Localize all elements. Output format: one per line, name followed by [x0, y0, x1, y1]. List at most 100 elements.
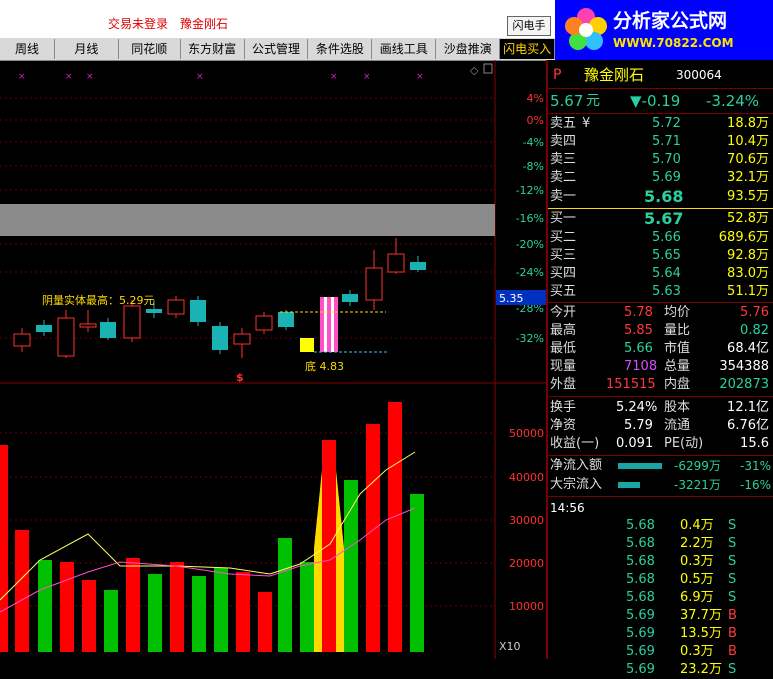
- tick-price: 5.68: [626, 572, 655, 587]
- signal-marker: $: [236, 371, 244, 384]
- tick-volume: 13.5万: [680, 626, 722, 641]
- tick-row: 5.69 13.5万 B: [548, 625, 773, 643]
- diamond-icon[interactable]: ◇: [470, 64, 479, 77]
- tick-row: 5.69 37.7万 B: [548, 607, 773, 625]
- tick-price: 5.68: [626, 590, 655, 605]
- svg-text:-12%: -12%: [516, 184, 544, 197]
- tick-row: 5.68 0.3万 S: [548, 553, 773, 571]
- menu-sandbox[interactable]: 沙盘推演: [436, 39, 501, 59]
- menu-monthly[interactable]: 月线: [55, 39, 119, 59]
- multiplier-label: X10: [499, 640, 521, 653]
- stat-row-volume: 现量 7108 总量 354388: [550, 359, 769, 374]
- svg-text:-4%: -4%: [523, 136, 544, 149]
- tick-volume: 37.7万: [680, 608, 722, 623]
- current-price-value: 5.35: [499, 292, 524, 305]
- tick-price: 5.68: [626, 554, 655, 569]
- tick-side: B: [728, 644, 737, 659]
- highlight-band: [0, 204, 495, 236]
- tick-row: 5.68 0.5万 S: [548, 571, 773, 589]
- menu-tonghuashun[interactable]: 同花顺: [119, 39, 181, 59]
- quote-panel: P 豫金刚石 300064 5.67 元 ▼-0.19 -3.24% 卖五 ¥5.…: [548, 60, 773, 677]
- block-inflow-bar: [618, 482, 640, 488]
- kline-chart[interactable]: × × × × × × × ◇ 阴量实体最高：5.29元 底 4.83 $ 4% 0%: [0, 60, 546, 659]
- tick-volume: 23.2万: [680, 662, 722, 677]
- buy5-row: 买五 5.63 51.1万: [550, 284, 769, 299]
- price-unit: 元: [586, 93, 600, 109]
- volume-bars: [0, 402, 424, 652]
- buy3-row: 买三 5.65 92.8万: [550, 248, 769, 263]
- sell4-row: 卖四 5.71 10.4万: [550, 134, 769, 149]
- price-axis: 4% 0%: [527, 92, 544, 127]
- tick-volume: 6.9万: [680, 590, 714, 605]
- login-status[interactable]: 交易未登录: [108, 15, 168, 32]
- tick-volume: 0.4万: [680, 518, 714, 533]
- top-markers: × × × × × × ×: [18, 72, 424, 82]
- price-row: 5.67 元 ▼-0.19 -3.24%: [548, 91, 773, 111]
- price-axis-neg: -4% -8% -12% -16% -20% -24% -28% -32%: [516, 136, 544, 345]
- flower-logo-icon: [565, 8, 607, 50]
- svg-text:×: ×: [363, 72, 371, 82]
- tick-row: 5.68 2.2万 S: [548, 535, 773, 553]
- quote-name: 豫金刚石: [584, 66, 645, 84]
- tick-side: S: [728, 590, 737, 605]
- tick-price: 5.69: [626, 626, 655, 641]
- bottom-label: 底 4.83: [305, 359, 344, 373]
- svg-text:-8%: -8%: [523, 160, 544, 173]
- svg-text:×: ×: [65, 72, 73, 82]
- fund-row-eps: 收益(一) 0.091 PE(动) 15.6: [550, 436, 769, 451]
- stat-row-outer: 外盘 151515 内盘 202873: [550, 377, 769, 392]
- svg-text:-16%: -16%: [516, 212, 544, 225]
- tick-price: 5.68: [626, 536, 655, 551]
- svg-text:-24%: -24%: [516, 266, 544, 279]
- stat-row-open: 今开 5.78 均价 5.76: [550, 305, 769, 320]
- svg-text:×: ×: [330, 72, 338, 82]
- ticks-header: 14:56: [550, 501, 585, 515]
- svg-text:50000: 50000: [509, 427, 544, 440]
- volume-axis: 50000 40000 30000 20000 10000: [509, 427, 544, 613]
- price-change: ▼-0.19: [630, 92, 681, 110]
- svg-text:×: ×: [18, 72, 26, 82]
- tick-price: 5.69: [626, 662, 655, 677]
- bottom-candle: [300, 338, 314, 352]
- menu-weekly[interactable]: 周线: [0, 39, 55, 59]
- menu-flash-buy[interactable]: 闪电买入: [500, 39, 556, 59]
- tick-volume: 2.2万: [680, 536, 714, 551]
- svg-text:20000: 20000: [509, 557, 544, 570]
- market-tag: P: [553, 67, 562, 83]
- svg-text:0%: 0%: [527, 114, 544, 127]
- logo-name: 分析家公式网: [613, 10, 728, 32]
- buy1-row: 买一 5.67 52.8万: [550, 209, 769, 228]
- svg-text:30000: 30000: [509, 514, 544, 527]
- tick-side: S: [728, 572, 737, 587]
- menu-formula-manage[interactable]: 公式管理: [245, 39, 309, 59]
- sell3-row: 卖三 5.70 70.6万: [550, 152, 769, 167]
- net-inflow-bar: [618, 463, 662, 469]
- menu-bar: 周线 月线 同花顺 东方财富 公式管理 条件选股 画线工具 沙盘推演 闪电买入: [0, 38, 556, 61]
- last-price: 5.67: [550, 92, 584, 110]
- svg-text:×: ×: [196, 72, 204, 82]
- tick-side: S: [728, 518, 737, 533]
- svg-text:-20%: -20%: [516, 238, 544, 251]
- price-change-pct: -3.24%: [706, 92, 760, 110]
- stat-row-high: 最高 5.85 量比 0.82: [550, 323, 769, 338]
- menu-draw-tools[interactable]: 画线工具: [372, 39, 437, 59]
- tick-price: 5.69: [626, 608, 655, 623]
- sell1-row: 卖一 5.68 93.5万: [550, 187, 769, 206]
- menu-stock-screen[interactable]: 条件选股: [308, 39, 373, 59]
- quote-header: P 豫金刚石 300064: [548, 64, 773, 86]
- yen-icon: ¥: [582, 116, 591, 131]
- window-icon[interactable]: [483, 63, 493, 74]
- svg-text:-32%: -32%: [516, 332, 544, 345]
- tick-volume: 0.5万: [680, 572, 714, 587]
- fund-row-turnover: 换手 5.24% 股本 12.1亿: [550, 400, 769, 415]
- tick-price: 5.68: [626, 518, 655, 533]
- sell2-row: 卖二 5.69 32.1万: [550, 170, 769, 185]
- svg-text:×: ×: [86, 72, 94, 82]
- tick-volume: 0.3万: [680, 554, 714, 569]
- tick-row: 5.69 23.2万 S: [548, 661, 773, 679]
- svg-text:40000: 40000: [509, 471, 544, 484]
- tick-side: S: [728, 554, 737, 569]
- fund-row-net-asset: 净资 5.79 流通 6.76亿: [550, 418, 769, 433]
- flash-trade-button[interactable]: 闪电手: [507, 16, 551, 36]
- menu-eastmoney[interactable]: 东方财富: [181, 39, 245, 59]
